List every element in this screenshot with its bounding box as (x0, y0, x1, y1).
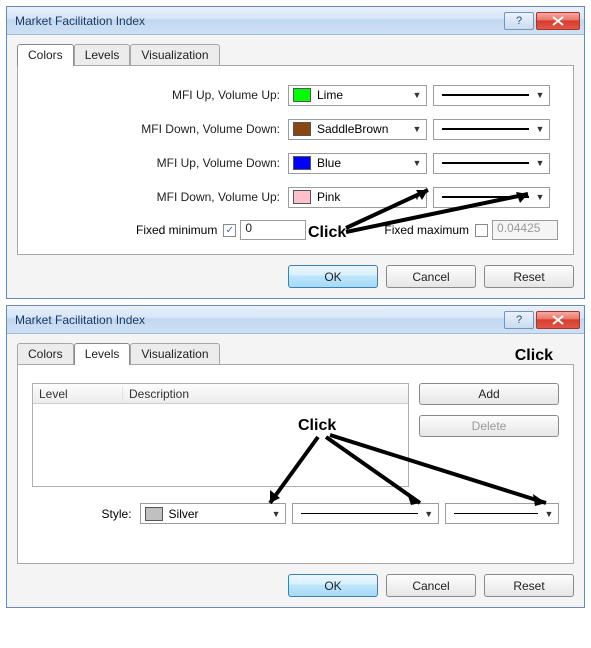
color-name: Pink (315, 190, 410, 204)
chevron-down-icon: ▼ (410, 124, 424, 134)
color-row: MFI Up, Volume Down: Blue ▼ ▼ (32, 152, 559, 174)
color-name: Silver (167, 507, 270, 521)
ok-button[interactable]: OK (288, 265, 378, 288)
chevron-down-icon: ▼ (533, 192, 547, 202)
titlebar[interactable]: Market Facilitation Index ? (7, 306, 584, 334)
tabstrip: Colors Levels Visualization (17, 342, 574, 364)
line-width-select[interactable]: ▼ (433, 153, 550, 174)
chevron-down-icon: ▼ (422, 509, 436, 519)
column-level[interactable]: Level (33, 387, 123, 401)
style-label: Style: (32, 507, 140, 521)
tab-colors[interactable]: Colors (17, 343, 74, 364)
cancel-button[interactable]: Cancel (386, 265, 476, 288)
chevron-down-icon: ▼ (410, 90, 424, 100)
row-label: MFI Up, Volume Down: (32, 156, 288, 170)
row-label: MFI Down, Volume Up: (32, 190, 288, 204)
chevron-down-icon: ▼ (269, 509, 283, 519)
line-width-select[interactable]: ▼ (433, 187, 550, 208)
color-swatch (293, 190, 311, 204)
tab-levels[interactable]: Levels (74, 343, 131, 365)
line-preview (301, 513, 418, 514)
tabpanel-levels: Level Description Add Delete Style: Silv… (17, 364, 574, 564)
client-area: Colors Levels Visualization Level Descri… (7, 334, 584, 607)
chevron-down-icon: ▼ (533, 90, 547, 100)
fixed-minimum-checkbox[interactable]: ✓ (223, 224, 236, 237)
color-row: MFI Down, Volume Down: SaddleBrown ▼ ▼ (32, 118, 559, 140)
chevron-down-icon: ▼ (410, 192, 424, 202)
client-area: Colors Levels Visualization MFI Up, Volu… (7, 35, 584, 298)
tabstrip: Colors Levels Visualization (17, 43, 574, 65)
fixed-minimum-label: Fixed minimum (136, 223, 217, 237)
line-preview (454, 513, 538, 514)
tab-visualization[interactable]: Visualization (130, 44, 219, 65)
color-swatch (293, 88, 311, 102)
color-swatch (145, 507, 163, 521)
style-color-select[interactable]: Silver ▼ (140, 503, 287, 524)
dialog-buttons: OK Cancel Reset (17, 265, 574, 288)
dialog-buttons: OK Cancel Reset (17, 574, 574, 597)
fixed-maximum-label: Fixed maximum (384, 223, 469, 237)
close-icon (552, 315, 564, 325)
fixed-maximum-checkbox[interactable] (475, 224, 488, 237)
chevron-down-icon: ▼ (410, 158, 424, 168)
levels-list-header: Level Description (33, 384, 408, 404)
add-button[interactable]: Add (419, 383, 559, 405)
levels-list[interactable]: Level Description (32, 383, 409, 487)
window-title: Market Facilitation Index (15, 14, 502, 28)
color-row: MFI Down, Volume Up: Pink ▼ ▼ (32, 186, 559, 208)
color-row: MFI Up, Volume Up: Lime ▼ ▼ (32, 84, 559, 106)
ok-button[interactable]: OK (288, 574, 378, 597)
delete-button[interactable]: Delete (419, 415, 559, 437)
line-preview (442, 94, 529, 96)
color-select-mfi-up-vol-down[interactable]: Blue ▼ (288, 153, 427, 174)
tab-colors[interactable]: Colors (17, 44, 74, 66)
row-label: MFI Down, Volume Down: (32, 122, 288, 136)
color-name: SaddleBrown (315, 122, 410, 136)
tabpanel-colors: MFI Up, Volume Up: Lime ▼ ▼ MFI Down, Vo… (17, 65, 574, 255)
chevron-down-icon: ▼ (533, 124, 547, 134)
color-select-mfi-down-vol-down[interactable]: SaddleBrown ▼ (288, 119, 427, 140)
levels-sidebuttons: Add Delete (419, 383, 559, 487)
titlebar[interactable]: Market Facilitation Index ? (7, 7, 584, 35)
fixed-min-max-row: Fixed minimum ✓ 0 Fixed maximum 0.04425 (32, 220, 559, 240)
help-button[interactable]: ? (504, 311, 534, 329)
column-description[interactable]: Description (123, 387, 408, 401)
style-row: Style: Silver ▼ ▼ ▼ (32, 503, 559, 524)
color-select-mfi-up-vol-up[interactable]: Lime ▼ (288, 85, 427, 106)
chevron-down-icon: ▼ (533, 158, 547, 168)
line-preview (442, 162, 529, 164)
dialog-colors-window: Market Facilitation Index ? Colors Level… (6, 6, 585, 299)
row-label: MFI Up, Volume Up: (32, 88, 288, 102)
cancel-button[interactable]: Cancel (386, 574, 476, 597)
line-preview (442, 196, 529, 198)
reset-button[interactable]: Reset (484, 574, 574, 597)
close-icon (552, 16, 564, 26)
color-name: Blue (315, 156, 410, 170)
close-button[interactable] (536, 12, 580, 30)
fixed-minimum-input[interactable]: 0 (240, 220, 306, 240)
tab-visualization[interactable]: Visualization (130, 343, 219, 364)
line-width-select[interactable]: ▼ (433, 85, 550, 106)
color-name: Lime (315, 88, 410, 102)
style-line-style-select[interactable]: ▼ (292, 503, 439, 524)
window-title: Market Facilitation Index (15, 313, 502, 327)
reset-button[interactable]: Reset (484, 265, 574, 288)
chevron-down-icon: ▼ (542, 509, 556, 519)
line-width-select[interactable]: ▼ (433, 119, 550, 140)
close-button[interactable] (536, 311, 580, 329)
line-preview (442, 128, 529, 130)
help-button[interactable]: ? (504, 12, 534, 30)
dialog-levels-window: Market Facilitation Index ? Colors Level… (6, 305, 585, 608)
color-swatch (293, 156, 311, 170)
color-swatch (293, 122, 311, 136)
style-line-width-select[interactable]: ▼ (445, 503, 559, 524)
fixed-maximum-input[interactable]: 0.04425 (492, 220, 558, 240)
color-select-mfi-down-vol-up[interactable]: Pink ▼ (288, 187, 427, 208)
tab-levels[interactable]: Levels (74, 44, 131, 65)
